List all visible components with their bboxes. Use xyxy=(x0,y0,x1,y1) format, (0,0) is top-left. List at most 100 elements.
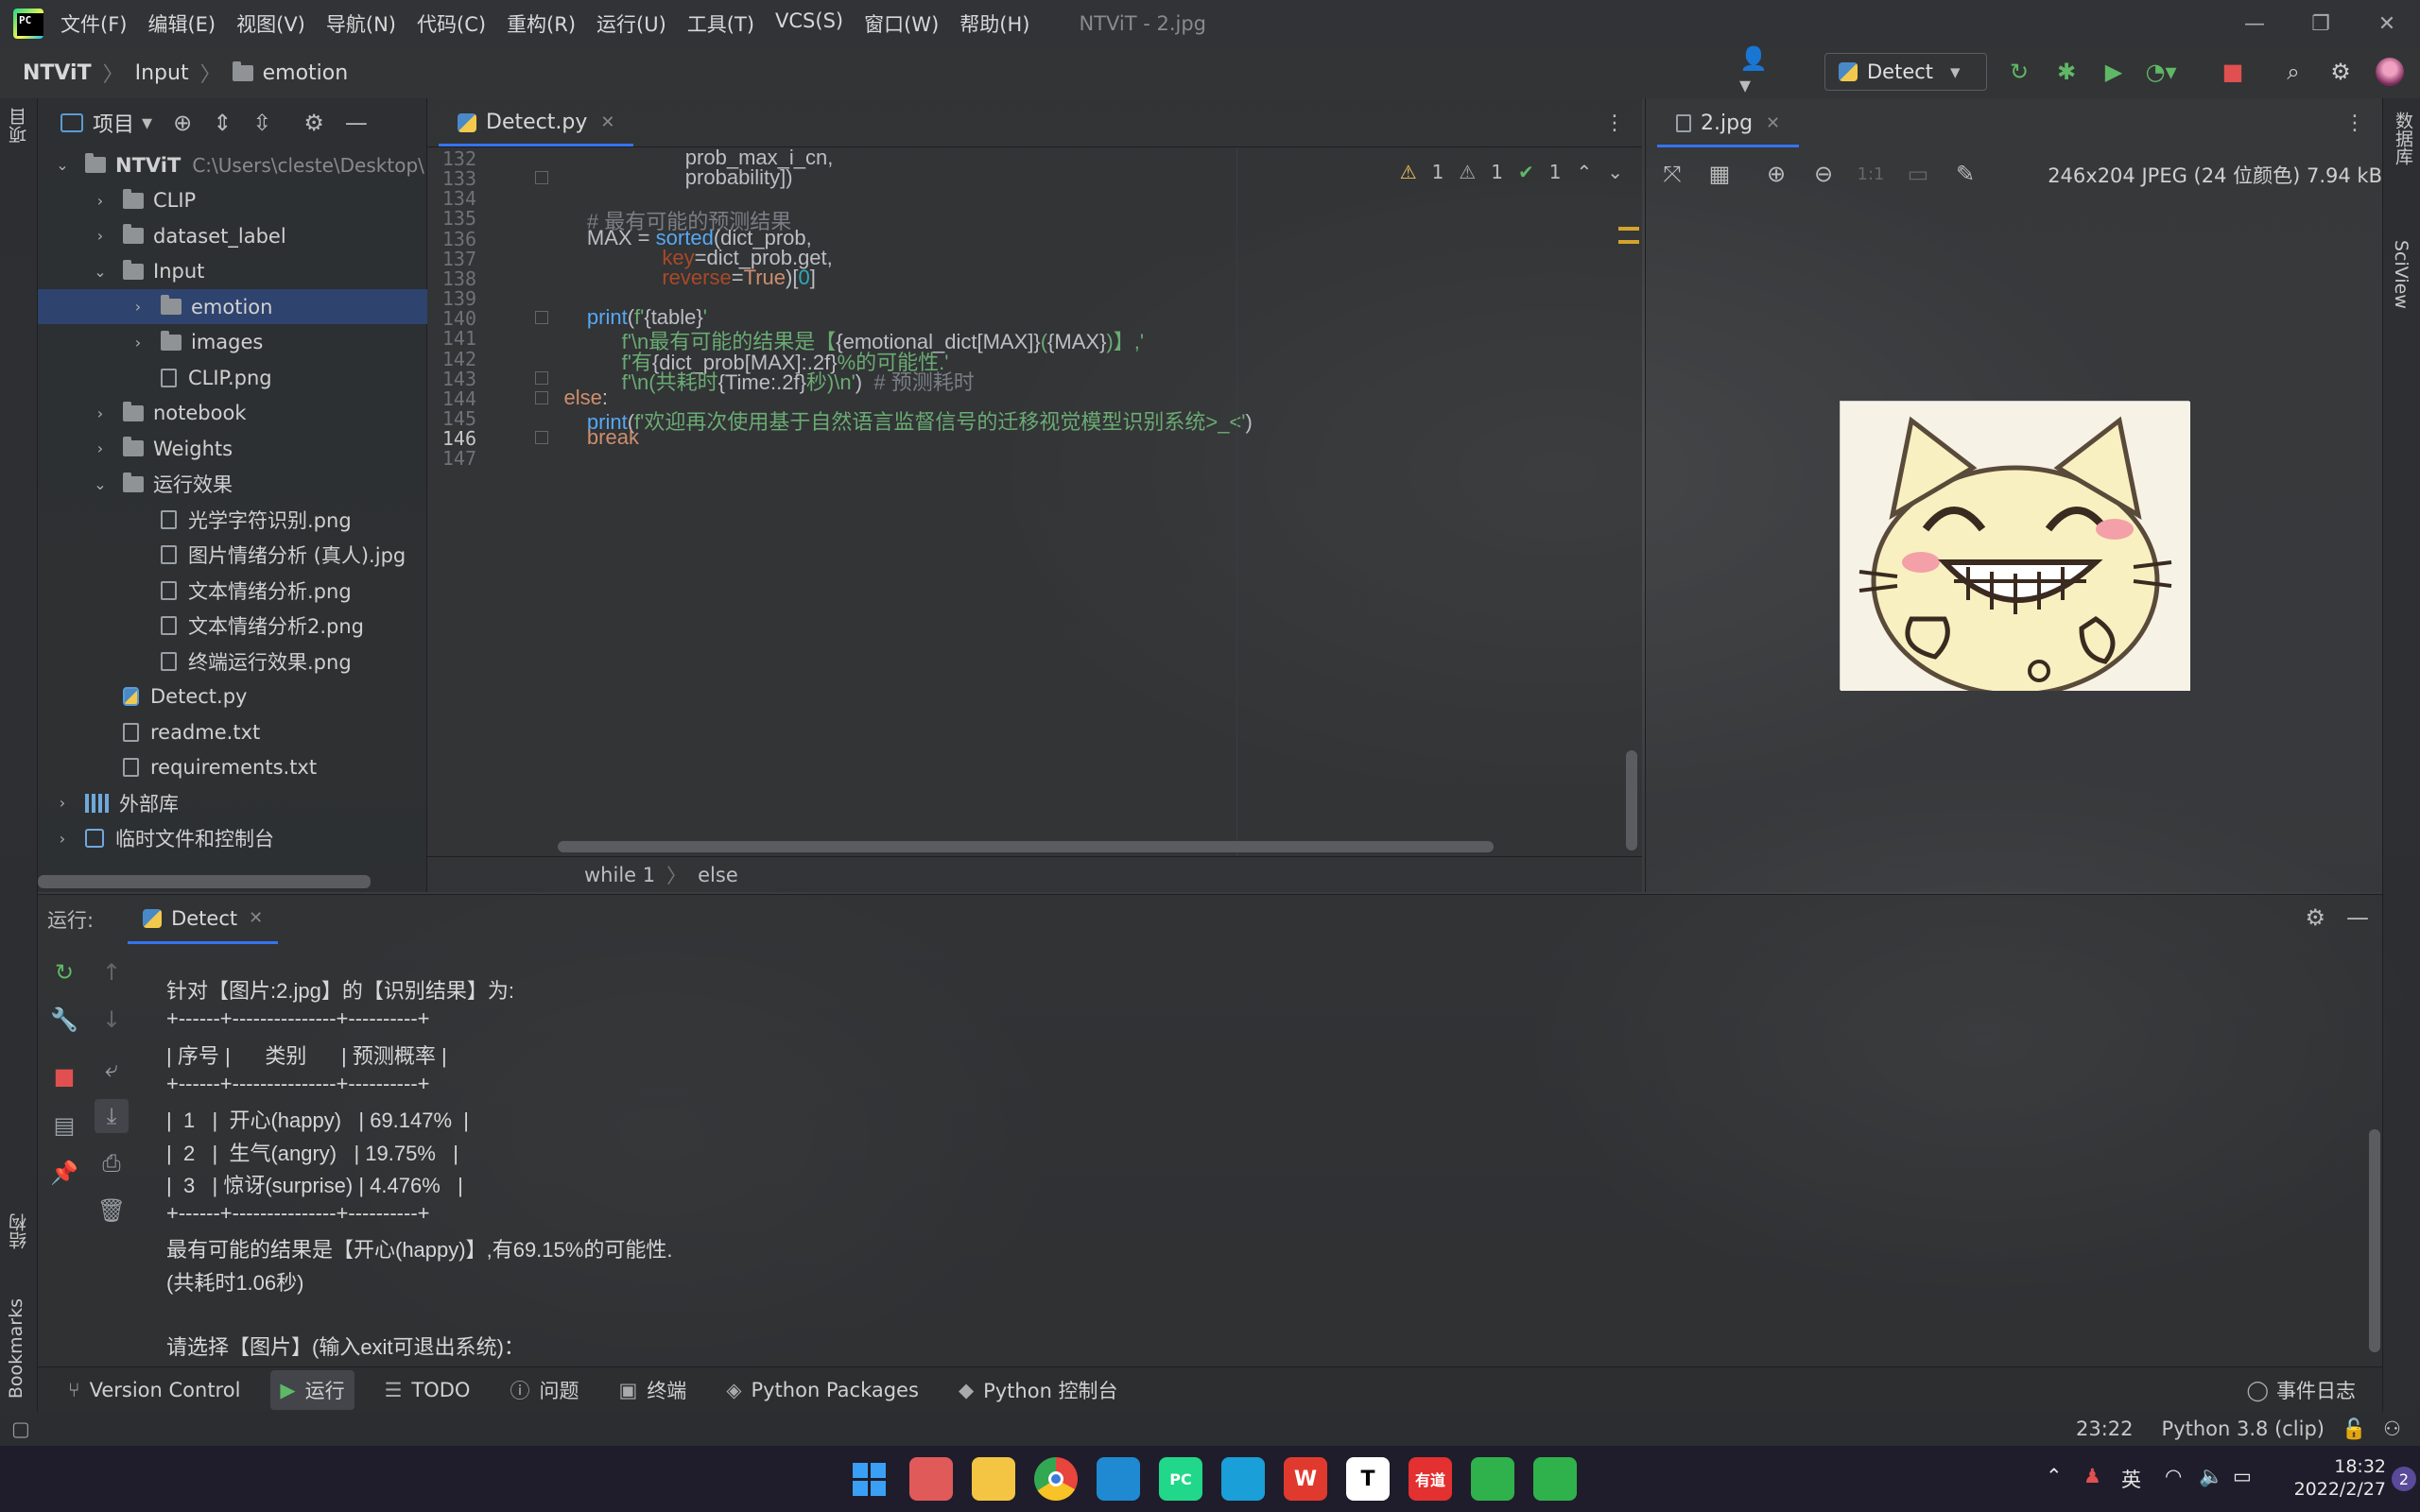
coverage-icon[interactable]: ▶ xyxy=(2097,55,2131,89)
run-tab-detect[interactable]: Detect ✕ xyxy=(128,895,279,944)
toggle-tool-windows-icon[interactable]: ▢ xyxy=(11,1418,30,1440)
wechat-icon[interactable] xyxy=(1533,1457,1577,1501)
memory-indicator-icon[interactable]: ⚇ xyxy=(2383,1418,2401,1440)
tree-item[interactable]: › CLIP xyxy=(38,183,427,218)
edge-icon[interactable] xyxy=(1221,1457,1265,1501)
vertical-scrollbar[interactable] xyxy=(1626,750,1637,850)
chevron-right-icon[interactable]: › xyxy=(53,830,72,848)
tree-item[interactable]: › Weights xyxy=(38,431,427,466)
menu-item[interactable]: VCS(S) xyxy=(775,9,843,38)
chevron-right-icon[interactable]: › xyxy=(129,298,147,316)
vscode-icon[interactable] xyxy=(1097,1457,1140,1501)
structure-tool-tab[interactable]: 结构 xyxy=(6,1213,31,1249)
project-view-select[interactable]: 项目 xyxy=(93,108,134,138)
close-tab-icon[interactable]: ✕ xyxy=(249,908,263,928)
tree-item[interactable]: 图片情绪分析 (真人).jpg xyxy=(38,538,427,573)
settings-gear-icon[interactable]: ⚙ xyxy=(2305,904,2325,931)
tree-item[interactable]: › dataset_label xyxy=(38,218,427,253)
bookmarks-tool-tab[interactable]: Bookmarks xyxy=(6,1298,26,1399)
tab-2-jpg[interactable]: 2.jpg ✕ xyxy=(1657,102,1800,147)
print-icon[interactable]: ⎙ xyxy=(95,1146,129,1180)
color-picker-icon[interactable]: ✎ xyxy=(1948,157,1982,191)
tree-item[interactable]: › images xyxy=(38,325,427,360)
fold-marker-icon[interactable] xyxy=(535,431,548,445)
vertical-scrollbar[interactable] xyxy=(2369,1129,2380,1352)
database-tool-tab[interactable]: 数据库 xyxy=(2391,112,2416,165)
clear-all-icon[interactable]: 🗑 xyxy=(95,1194,129,1228)
menu-item[interactable]: 导航(N) xyxy=(326,9,396,38)
close-tab-icon[interactable]: ✕ xyxy=(600,112,614,132)
chevron-right-icon[interactable]: › xyxy=(53,794,72,812)
interpreter-selector[interactable]: Python 3.8 (clip) xyxy=(2162,1418,2325,1440)
minimize-button[interactable]: — xyxy=(2221,0,2288,47)
settings-gear-icon[interactable]: ⚙ xyxy=(303,110,324,136)
battery-icon[interactable]: ▭ xyxy=(2233,1465,2252,1487)
menu-item[interactable]: 重构(R) xyxy=(507,9,576,38)
close-button[interactable]: ✕ xyxy=(2354,0,2420,47)
menu-item[interactable]: 文件(F) xyxy=(60,9,127,38)
hide-panel-icon[interactable]: — xyxy=(345,110,368,136)
code-line[interactable]: probability]) xyxy=(541,165,793,190)
horizontal-scrollbar[interactable] xyxy=(558,841,1494,852)
zoom-out-icon[interactable]: ⊖ xyxy=(1806,157,1841,191)
rerun-icon[interactable]: ↻ xyxy=(47,955,81,989)
search-icon[interactable]: ⌕ xyxy=(2276,55,2310,89)
run-configuration-select[interactable]: Detect ▾ xyxy=(1824,53,1987,91)
fit-to-window-icon[interactable]: ⤧ xyxy=(1655,157,1689,191)
tool-window-button[interactable]: ⓘ 问题 xyxy=(500,1370,588,1410)
chessboard-icon[interactable]: ▭ xyxy=(1901,157,1935,191)
code-line[interactable]: print(f'欢迎再次使用基于自然语言监督信号的迁移视觉模型识别系统>_<') xyxy=(541,405,1253,436)
menu-item[interactable]: 运行(U) xyxy=(596,9,666,38)
debug-icon[interactable]: ✱ xyxy=(2049,55,2083,89)
tree-item[interactable]: 文本情绪分析2.png xyxy=(38,609,427,644)
chevron-right-icon[interactable]: › xyxy=(91,404,110,422)
sciview-tool-tab[interactable]: SciView xyxy=(2391,240,2411,309)
horizontal-scrollbar[interactable] xyxy=(38,875,371,888)
settings-gear-icon[interactable]: ⚙ xyxy=(2324,55,2358,89)
code-breadcrumb-else[interactable]: else xyxy=(698,864,738,886)
expand-all-icon[interactable]: ⇕ xyxy=(213,110,232,136)
tree-item[interactable]: Detect.py xyxy=(38,679,427,714)
chevron-down-icon[interactable]: ⌄ xyxy=(53,156,72,174)
menu-item[interactable]: 帮助(H) xyxy=(959,9,1029,38)
chat-icon[interactable] xyxy=(1471,1457,1514,1501)
tree-item[interactable]: readme.txt xyxy=(38,714,427,749)
breadcrumb-project[interactable]: NTViT xyxy=(23,61,92,85)
volume-icon[interactable]: 🔈 xyxy=(2199,1465,2223,1488)
close-tab-icon[interactable]: ✕ xyxy=(1766,113,1780,133)
wps-icon[interactable]: W xyxy=(1284,1457,1327,1501)
tool-window-button[interactable]: ▣ 终端 xyxy=(609,1370,696,1410)
project-tool-tab[interactable]: 项目 xyxy=(6,108,31,144)
code-line[interactable]: reverse=True)[0] xyxy=(541,266,815,290)
tree-item[interactable]: › 外部库 xyxy=(38,785,427,820)
fold-marker-icon[interactable] xyxy=(535,171,548,185)
soft-wrap-icon[interactable]: ⤶ xyxy=(95,1052,129,1086)
tool-window-button[interactable]: ◆ Python 控制台 xyxy=(949,1370,1128,1410)
user-icon[interactable]: 👤▾ xyxy=(1739,45,1773,98)
pycharm-icon[interactable]: PC xyxy=(1159,1457,1202,1501)
pin-tab-icon[interactable]: 📌 xyxy=(47,1156,81,1190)
start-icon[interactable] xyxy=(847,1457,890,1501)
chevron-right-icon[interactable]: › xyxy=(91,439,110,457)
snipping-tool-icon[interactable] xyxy=(909,1457,953,1501)
zoom-in-icon[interactable]: ⊕ xyxy=(1759,157,1793,191)
chevron-down-icon[interactable]: ⌄ xyxy=(91,263,110,281)
tree-item[interactable]: 文本情绪分析.png xyxy=(38,573,427,608)
menu-item[interactable]: 代码(C) xyxy=(417,9,486,38)
avatar[interactable] xyxy=(2373,55,2407,89)
scroll-down-icon[interactable]: ↓ xyxy=(95,1003,129,1037)
tree-item[interactable]: ⌄ Input xyxy=(38,254,427,289)
fold-marker-icon[interactable] xyxy=(535,390,548,404)
more-options-icon[interactable]: ⋮ xyxy=(1604,112,1625,135)
code-breadcrumb-while[interactable]: while 1 xyxy=(584,864,655,886)
notification-badge[interactable]: 2 xyxy=(2392,1467,2416,1491)
tool-window-button[interactable]: ▶ 运行 xyxy=(270,1369,354,1410)
chevron-right-icon[interactable]: › xyxy=(91,227,110,245)
tool-window-button[interactable]: ◈ Python Packages xyxy=(717,1370,928,1410)
scroll-up-icon[interactable]: ↑ xyxy=(95,955,129,989)
breadcrumb-emotion[interactable]: emotion xyxy=(263,61,349,85)
grid-toggle-icon[interactable]: ▦ xyxy=(1703,157,1737,191)
file-explorer-icon[interactable] xyxy=(972,1457,1015,1501)
rerun-icon[interactable]: ↻ xyxy=(2002,55,2036,89)
chevron-down-icon[interactable]: ⌄ xyxy=(91,475,110,493)
